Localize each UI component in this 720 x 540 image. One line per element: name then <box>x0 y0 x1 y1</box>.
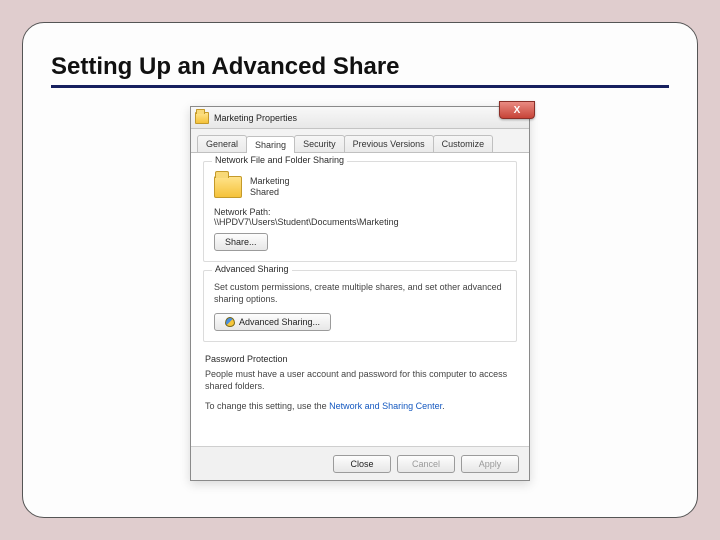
group-advanced-sharing: Advanced Sharing Set custom permissions,… <box>203 270 517 342</box>
shared-folder-state: Shared <box>250 187 290 198</box>
network-path-label: Network Path: <box>214 207 506 217</box>
advanced-sharing-button-label: Advanced Sharing... <box>239 317 320 327</box>
group-title-advanced-sharing: Advanced Sharing <box>212 264 292 274</box>
tab-customize[interactable]: Customize <box>433 135 494 152</box>
share-button[interactable]: Share... <box>214 233 268 251</box>
group-password-protection: Password Protection People must have a u… <box>203 350 517 416</box>
shared-folder-icon <box>214 176 242 198</box>
title-divider <box>51 85 669 88</box>
password-protection-desc2: To change this setting, use the Network … <box>205 400 515 412</box>
dialog-title-text: Marketing Properties <box>214 113 297 123</box>
tab-general[interactable]: General <box>197 135 247 152</box>
tab-sharing[interactable]: Sharing <box>246 136 295 153</box>
password-protection-desc1: People must have a user account and pass… <box>205 368 515 392</box>
group-title-network-sharing: Network File and Folder Sharing <box>212 155 347 165</box>
pw-desc2-post: . <box>442 401 445 411</box>
close-icon: X <box>514 105 521 116</box>
group-title-password-protection: Password Protection <box>205 354 515 364</box>
dialog-footer: Close Cancel Apply <box>191 446 529 480</box>
shared-folder-meta: Marketing Shared <box>250 176 290 199</box>
window-close-button[interactable]: X <box>499 101 535 119</box>
dialog-body: Network File and Folder Sharing Marketin… <box>191 153 529 446</box>
apply-button[interactable]: Apply <box>461 455 519 473</box>
slide-frame: Setting Up an Advanced Share Marketing P… <box>22 22 698 518</box>
tab-previous-versions[interactable]: Previous Versions <box>344 135 434 152</box>
pw-desc2-pre: To change this setting, use the <box>205 401 329 411</box>
uac-shield-icon <box>225 317 235 327</box>
close-button[interactable]: Close <box>333 455 391 473</box>
network-path-value: \\HPDV7\Users\Student\Documents\Marketin… <box>214 217 506 227</box>
tab-security[interactable]: Security <box>294 135 345 152</box>
dialog-tabstrip: General Sharing Security Previous Versio… <box>191 129 529 153</box>
group-network-sharing: Network File and Folder Sharing Marketin… <box>203 161 517 262</box>
shared-folder-name: Marketing <box>250 176 290 187</box>
properties-dialog: Marketing Properties X General Sharing S… <box>190 106 530 481</box>
dialog-titlebar: Marketing Properties X <box>191 107 529 129</box>
shared-folder-row: Marketing Shared <box>214 176 506 199</box>
slide-title: Setting Up an Advanced Share <box>51 53 669 81</box>
advanced-sharing-desc: Set custom permissions, create multiple … <box>214 281 506 305</box>
advanced-sharing-button[interactable]: Advanced Sharing... <box>214 313 331 331</box>
network-sharing-center-link[interactable]: Network and Sharing Center <box>329 401 442 411</box>
folder-icon <box>195 112 209 124</box>
cancel-button[interactable]: Cancel <box>397 455 455 473</box>
